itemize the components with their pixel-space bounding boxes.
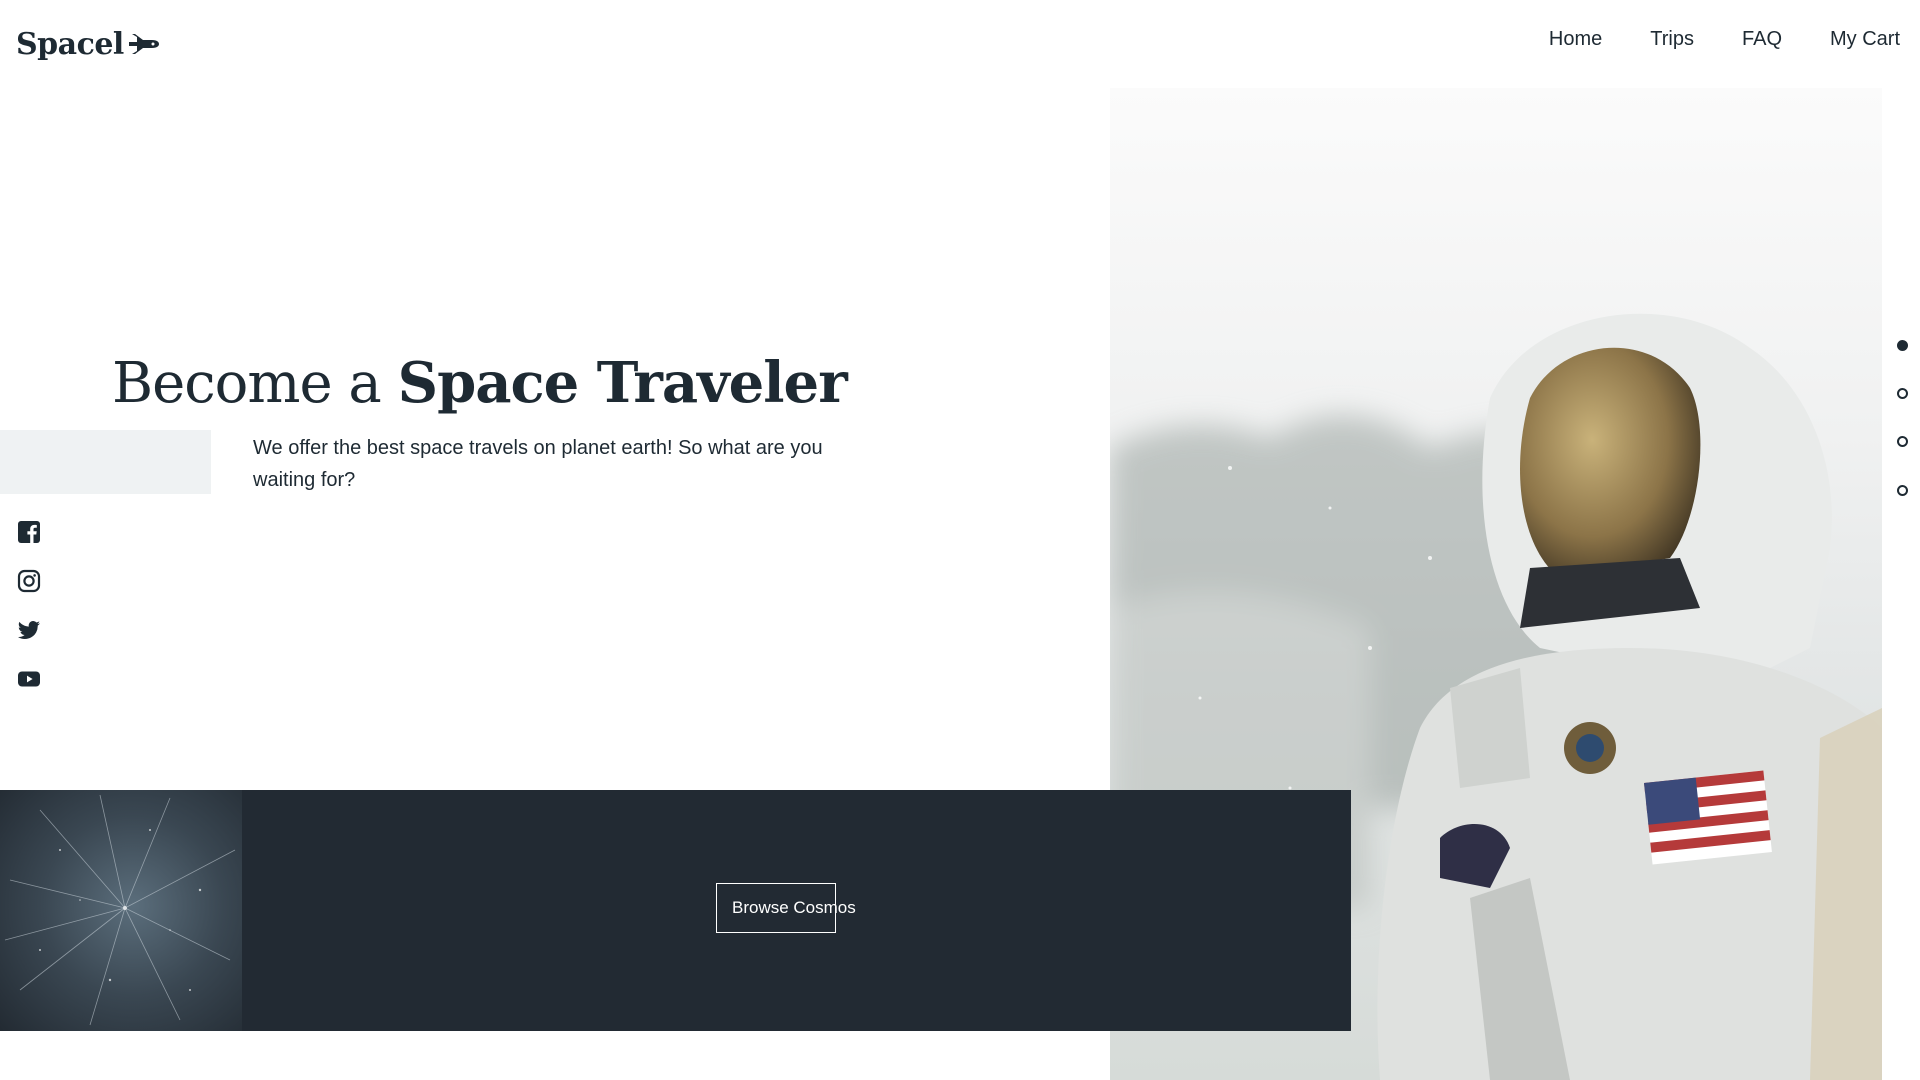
slider-dot-4[interactable] (1897, 485, 1908, 496)
decorative-grey-block (0, 430, 211, 494)
brand-name: Spacel (16, 26, 124, 62)
nav-faq[interactable]: FAQ (1742, 28, 1782, 51)
youtube-icon[interactable] (17, 667, 41, 691)
nav-home[interactable]: Home (1549, 28, 1602, 51)
slider-dot-1[interactable] (1897, 340, 1908, 351)
hero-headline: Become a Space Traveler (112, 350, 848, 416)
nav-trips[interactable]: Trips (1650, 28, 1694, 51)
facebook-icon[interactable] (17, 520, 41, 544)
slider-dot-3[interactable] (1897, 436, 1908, 447)
hero-lead-text: We offer the best space travels on plane… (253, 437, 823, 491)
brand-logo[interactable]: Spacel (16, 22, 160, 66)
browse-cosmos-button[interactable]: Browse Cosmos (716, 883, 856, 933)
headline-bold: Space Traveler (397, 350, 848, 416)
starfield-image (0, 790, 242, 1031)
nav-my-cart[interactable]: My Cart (1830, 28, 1900, 51)
shuttle-icon (128, 34, 159, 54)
headline-light: Become a (112, 351, 382, 416)
slider-dot-2[interactable] (1897, 388, 1908, 399)
instagram-icon[interactable] (17, 569, 41, 593)
cta-band: Browse Cosmos (0, 790, 1351, 1031)
main-nav: Home Trips FAQ My Cart (1549, 28, 1900, 51)
twitter-icon[interactable] (17, 618, 41, 642)
